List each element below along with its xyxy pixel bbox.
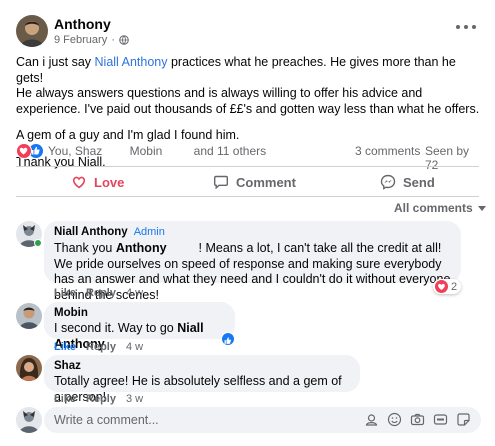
comment-timestamp[interactable]: 3 w bbox=[126, 393, 143, 405]
post-paragraph-2: A gem of a guy and I'm glad I found him. bbox=[16, 128, 240, 142]
comment-like-button[interactable]: Like bbox=[54, 287, 76, 299]
comment-filter-dropdown[interactable]: All comments bbox=[394, 201, 486, 215]
comment-reply-button[interactable]: Reply bbox=[86, 341, 116, 353]
comment-actions: Like Reply 3 w bbox=[54, 393, 143, 405]
comment-bubble: Niall Anthony Admin Thank you Anthony! Me… bbox=[44, 221, 461, 302]
comment-bubble: Mobin I second it. Way to go Niall Antho… bbox=[44, 302, 235, 351]
send-button[interactable]: Send bbox=[380, 171, 435, 193]
globe-icon bbox=[119, 35, 129, 45]
comment-timestamp[interactable]: 4 w bbox=[126, 341, 143, 353]
write-comment-input[interactable]: Write a comment... bbox=[44, 407, 481, 433]
comments-count[interactable]: 3 comments bbox=[355, 144, 420, 158]
camera-icon[interactable] bbox=[410, 412, 425, 427]
post-body: Can i just say Niall Anthony practices w… bbox=[16, 55, 484, 181]
comment-button[interactable]: Comment bbox=[213, 171, 296, 193]
sticker-icon[interactable] bbox=[456, 412, 471, 427]
comment-author[interactable]: Mobin bbox=[54, 307, 225, 319]
comment-actions: Like Reply 4 w bbox=[54, 341, 143, 353]
messenger-icon bbox=[380, 174, 396, 190]
reaction-icons[interactable] bbox=[16, 143, 46, 159]
reaction-names[interactable]: You, Shaz Mobin and 11 others bbox=[48, 144, 266, 158]
post-author-avatar[interactable] bbox=[16, 15, 48, 47]
gif-icon[interactable] bbox=[433, 412, 448, 427]
mention-link[interactable]: Niall Anthony bbox=[95, 55, 168, 69]
comment-reply-button[interactable]: Reply bbox=[86, 287, 116, 299]
heart-reaction-icon bbox=[16, 143, 32, 159]
post-paragraph-1: Can i just say Niall Anthony practices w… bbox=[16, 55, 480, 116]
post-date[interactable]: 9 February bbox=[54, 34, 107, 46]
comment-like-button[interactable]: Like bbox=[54, 341, 76, 353]
comment-actions: Like Reply 4 w bbox=[54, 287, 143, 299]
post-author-name[interactable]: Anthony bbox=[54, 16, 111, 32]
write-comment-placeholder: Write a comment... bbox=[54, 413, 159, 427]
reactions-summary: You, Shaz Mobin and 11 others 3 comments… bbox=[16, 143, 482, 172]
comment-author[interactable]: Shaz bbox=[54, 360, 350, 372]
divider-bottom bbox=[16, 196, 479, 197]
avatar-sticker-icon[interactable] bbox=[364, 412, 379, 427]
comment-avatar-shaz[interactable] bbox=[16, 355, 42, 381]
heart-outline-icon bbox=[72, 176, 86, 189]
love-button[interactable]: Love bbox=[71, 171, 124, 193]
seen-count[interactable]: Seen by 72 bbox=[425, 144, 482, 172]
comment-reaction-count[interactable]: 2 bbox=[433, 279, 462, 294]
chevron-down-icon bbox=[477, 205, 486, 211]
divider-top bbox=[16, 166, 479, 167]
comment-reply-button[interactable]: Reply bbox=[86, 393, 116, 405]
post-meta: 9 February · bbox=[54, 34, 129, 46]
comment-avatar-mobin[interactable] bbox=[16, 303, 42, 329]
comment-timestamp[interactable]: 4 w bbox=[126, 287, 143, 299]
admin-badge: Admin bbox=[133, 226, 165, 238]
composer-avatar bbox=[16, 407, 42, 433]
composer-icons bbox=[364, 412, 471, 427]
comment-mention[interactable]: Anthony bbox=[116, 241, 167, 255]
comment-like-button[interactable]: Like bbox=[54, 393, 76, 405]
comment-author[interactable]: Niall Anthony bbox=[54, 226, 128, 238]
like-reaction-icon[interactable] bbox=[221, 332, 235, 346]
more-options-icon[interactable] bbox=[456, 20, 476, 34]
smiley-icon[interactable] bbox=[387, 412, 402, 427]
meta-separator: · bbox=[111, 34, 115, 46]
heart-reaction-icon bbox=[435, 280, 448, 293]
speech-bubble-icon bbox=[214, 175, 228, 190]
comment-bubble: Shaz Totally agree! He is absolutely sel… bbox=[44, 355, 360, 404]
online-status-indicator bbox=[34, 239, 42, 247]
